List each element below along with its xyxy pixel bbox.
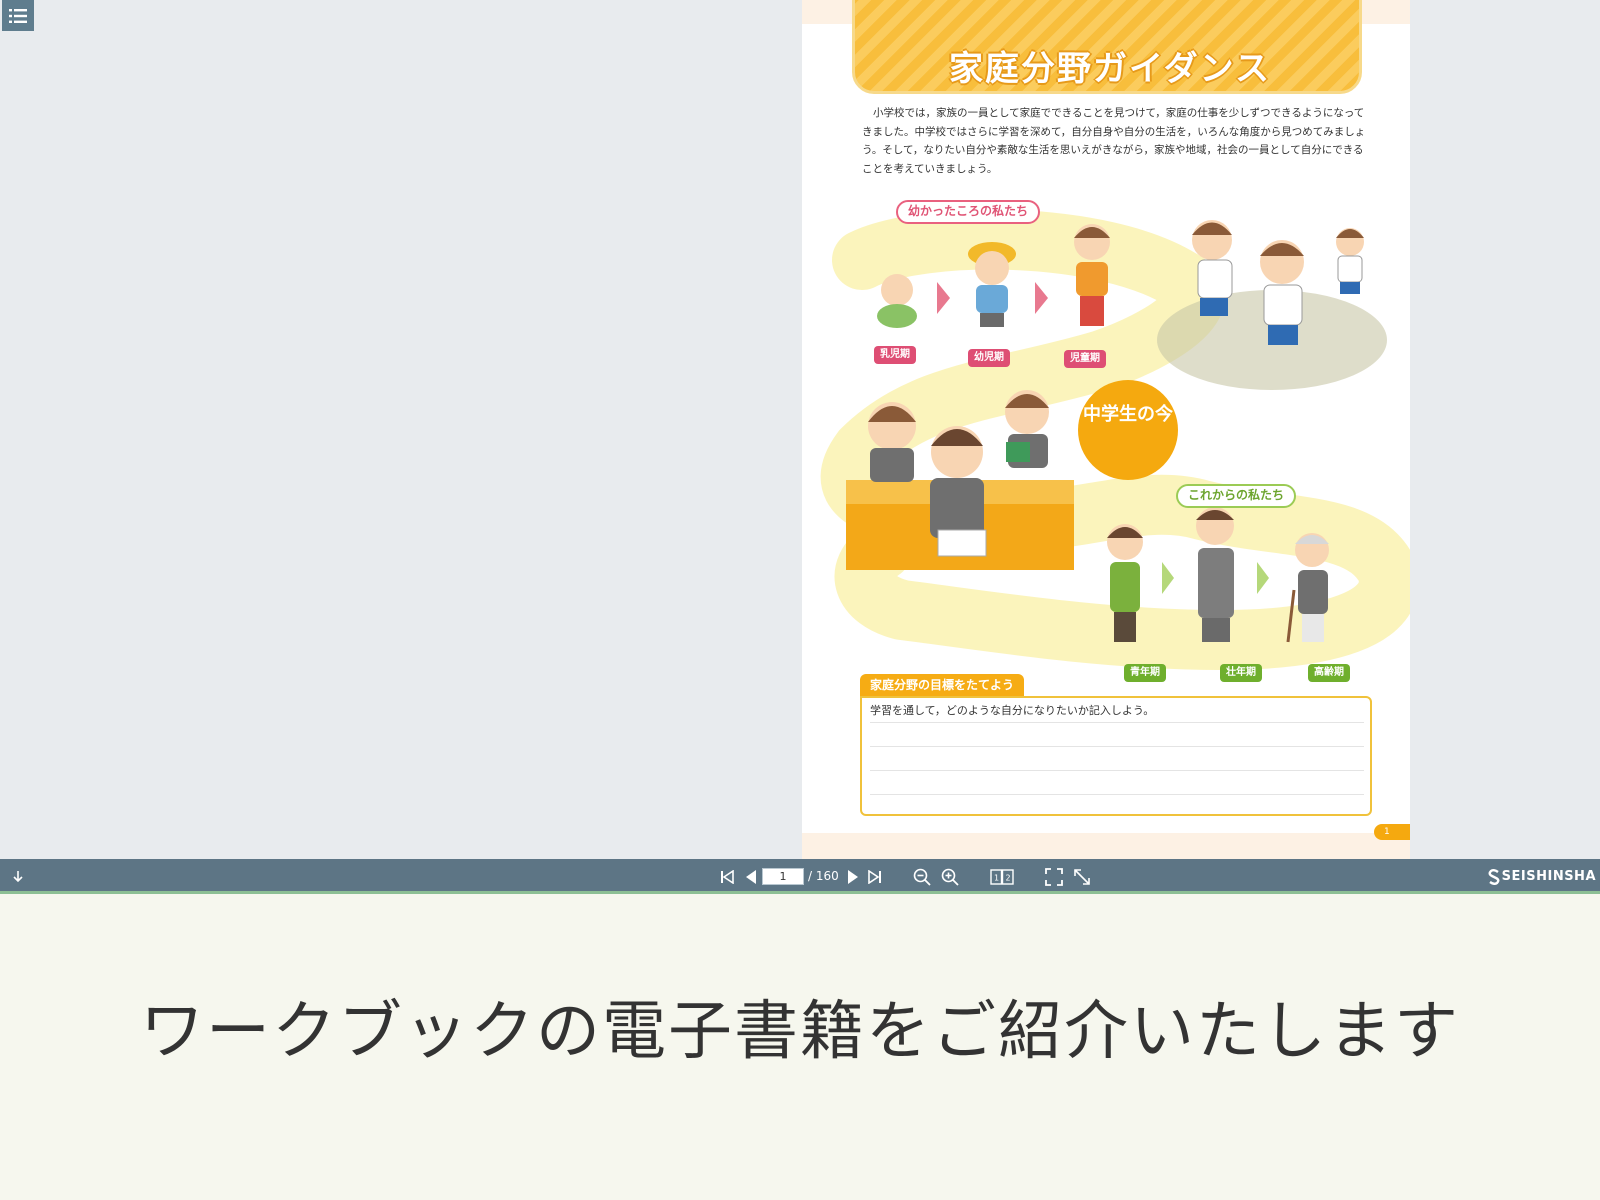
- zoom-out-icon: [913, 868, 931, 886]
- svg-text:1: 1: [994, 873, 999, 882]
- zoom-in-button[interactable]: [938, 859, 962, 894]
- now-circle: 中学生の今: [1078, 380, 1178, 480]
- last-page-button[interactable]: [864, 859, 886, 894]
- book-viewer: 家庭分野ガイダンス 小学校では，家族の一員として家庭でできることを見つけて，家庭…: [0, 0, 1600, 859]
- download-icon: [13, 870, 23, 882]
- toddler-figure: [968, 242, 1016, 327]
- table-of-contents-button[interactable]: [2, 0, 34, 31]
- writing-line: [870, 794, 1364, 795]
- arrow-icon: [1257, 562, 1269, 594]
- page-number-input[interactable]: [762, 868, 804, 885]
- svg-text:2: 2: [1006, 873, 1011, 882]
- next-page-icon: [848, 869, 858, 884]
- list-icon: [9, 8, 27, 23]
- viewer-toolbar: / 160 12 SEISHINSHA: [0, 859, 1600, 894]
- fit-window-button[interactable]: [1070, 859, 1094, 894]
- spread-view-button[interactable]: 12: [988, 859, 1016, 894]
- goal-header: 家庭分野の目標をたてよう: [860, 674, 1025, 696]
- last-page-icon: [868, 869, 881, 884]
- page-title: 家庭分野ガイダンス: [949, 49, 1271, 89]
- total-pages: / 160: [808, 869, 839, 883]
- download-button[interactable]: [8, 859, 28, 894]
- page-number-badge: 1: [1374, 824, 1410, 840]
- title-banner: 家庭分野ガイダンス: [852, 0, 1362, 94]
- future-section-label: これからの私たち: [1176, 484, 1297, 508]
- writing-line: [870, 722, 1364, 723]
- goal-writing-box[interactable]: 学習を通して，どのような自分になりたいか記入しよう。: [860, 696, 1372, 816]
- writing-line: [870, 746, 1364, 747]
- prev-page-icon: [746, 869, 756, 884]
- fullscreen-icon: [1045, 867, 1063, 886]
- video-subtitle: ワークブックの電子書籍をご紹介いたします: [140, 995, 1460, 1069]
- stage-youth: 青年期: [1124, 664, 1166, 682]
- first-page-button[interactable]: [716, 859, 738, 894]
- brand-name: SEISHINSHA: [1501, 869, 1596, 884]
- fit-window-icon: [1074, 868, 1090, 885]
- stage-early-childhood: 幼児期: [968, 349, 1010, 367]
- running-students-figure: [1157, 220, 1387, 390]
- arrow-icon: [1162, 562, 1174, 594]
- stage-infancy: 乳児期: [874, 346, 916, 364]
- intro-paragraph: 小学校では，家族の一員として家庭でできることを見つけて，家庭の仕事を少しずつでき…: [862, 107, 1366, 175]
- past-section-label: 幼かったころの私たち: [896, 200, 1041, 224]
- seishinsha-logo-icon: [1488, 868, 1500, 885]
- publisher-logo: SEISHINSHA: [1488, 859, 1596, 894]
- stage-prime: 壮年期: [1220, 664, 1262, 682]
- stage-childhood: 児童期: [1064, 350, 1106, 368]
- arrow-icon: [937, 282, 950, 314]
- page-bottom-band: [802, 833, 1410, 859]
- stage-elderly: 高齢期: [1308, 664, 1350, 682]
- zoom-out-button[interactable]: [910, 859, 934, 894]
- writing-line: [870, 770, 1364, 771]
- first-page-icon: [721, 869, 734, 884]
- book-page: 家庭分野ガイダンス 小学校では，家族の一員として家庭でできることを見つけて，家庭…: [802, 0, 1410, 859]
- arrow-icon: [1035, 282, 1048, 314]
- child-figure: [1074, 224, 1110, 326]
- zoom-in-icon: [941, 868, 959, 886]
- prev-page-button[interactable]: [740, 859, 762, 894]
- spread-view-icon: 12: [990, 868, 1014, 885]
- goal-prompt: 学習を通して，どのような自分になりたいか記入しよう。: [870, 704, 1155, 717]
- fullscreen-button[interactable]: [1042, 859, 1066, 894]
- next-page-button[interactable]: [842, 859, 864, 894]
